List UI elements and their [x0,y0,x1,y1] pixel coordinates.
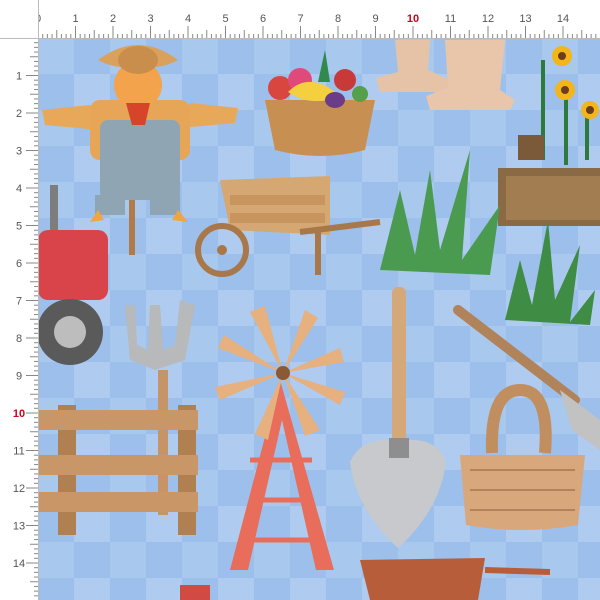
ruler-left-label: 8 [16,333,22,345]
ruler-top-label: 2 [110,13,116,25]
ruler-left-label: 14 [13,558,25,570]
ruler-top-label: 3 [147,13,153,25]
ruler-top-label: 7 [297,13,303,25]
ruler-left-label: 1 [16,71,22,83]
ruler-left-label: 3 [16,146,22,158]
ruler-left-label: 10 [13,408,25,420]
ruler-left-label: 7 [16,296,22,308]
ruler-left-label: 13 [13,521,25,533]
ruler-top-label: 6 [260,13,266,25]
ruler-top-label: 5 [222,13,228,25]
fabric-pattern [0,0,600,600]
ruler-top-label: 13 [519,13,531,25]
ruler-top-label: 9 [372,13,378,25]
ruler-top-label: 14 [557,13,569,25]
ruler-left-label: 11 [13,446,24,458]
top-ruler: 01234567891011121314 [0,0,600,39]
ruler-corner [0,0,39,60]
ruler-left-label: 9 [16,371,22,383]
ruler-left-label: 2 [16,108,22,120]
ruler-top-label: 11 [445,13,456,25]
ruler-left-label: 12 [13,483,25,495]
ruler-top-label: 4 [185,13,191,25]
ruler-left-label: 6 [16,258,22,270]
ruler-top-label: 10 [407,13,419,25]
ruler-top-label: 8 [335,13,341,25]
ruler-left-label: 5 [16,221,22,233]
left-ruler: 1 2 3 4 5 6 7 8 9 10 11 12 13 14 [0,0,39,600]
ruler-left-label: 4 [16,183,22,195]
ruler-top-label: 1 [72,13,78,25]
ruler-top-label: 12 [482,13,494,25]
